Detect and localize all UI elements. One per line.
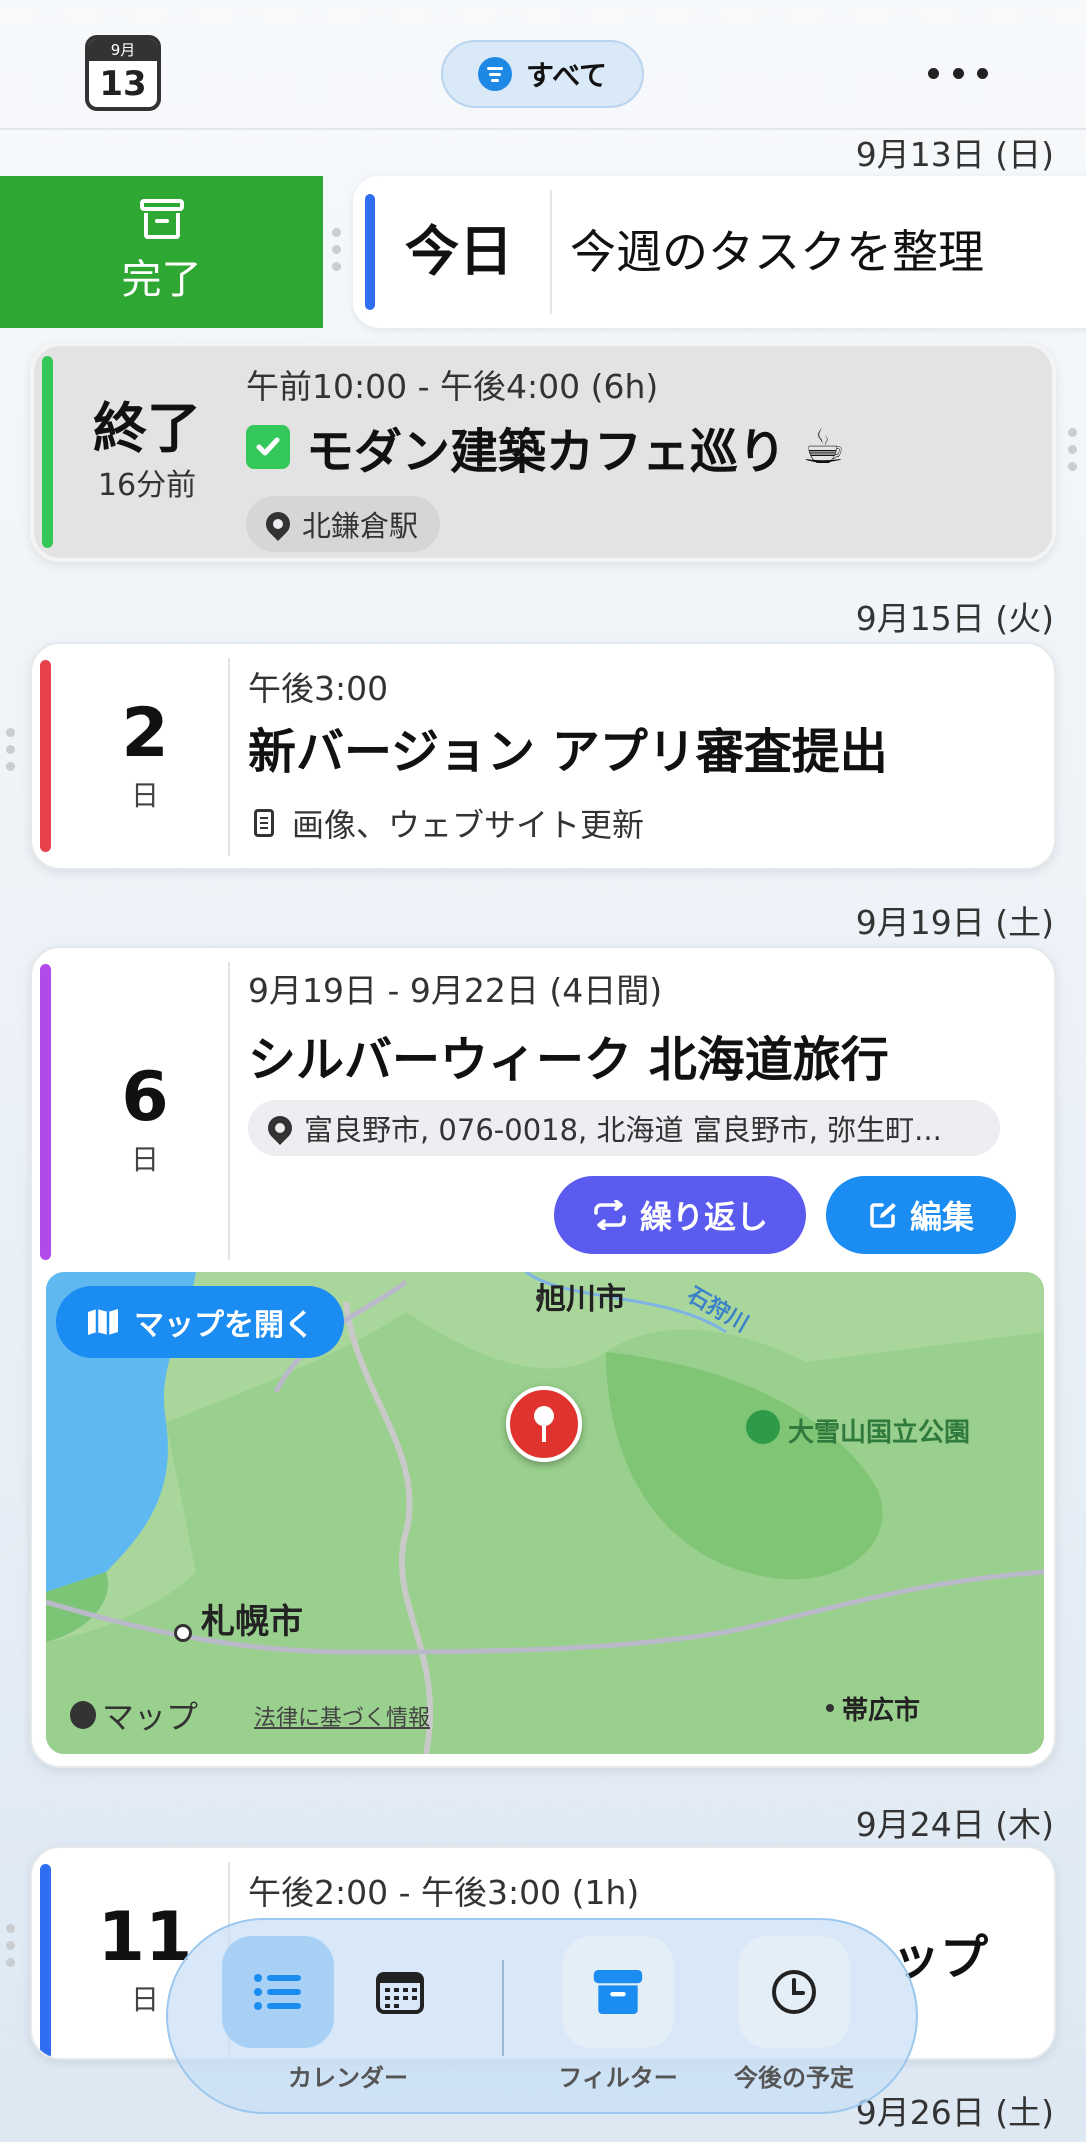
event-time: 午前10:00 - 午後4:00 (6h) bbox=[246, 367, 659, 406]
location-chip[interactable]: 北鎌倉駅 bbox=[246, 496, 441, 552]
map-label-asahikawa: 旭川市 bbox=[536, 1282, 626, 1317]
calendar-view-button[interactable] bbox=[344, 1936, 456, 2048]
date-header: 9月26日 (土) bbox=[855, 2093, 1054, 2132]
date-header: 9月19日 (土) bbox=[855, 903, 1054, 942]
edit-icon bbox=[870, 1203, 896, 1228]
city-dot bbox=[174, 1624, 192, 1642]
archive-filter-icon bbox=[593, 1970, 643, 2014]
map-preview[interactable]: マップを開く 旭川市 石狩川 大雪山国立公園 札幌市 帯広市 マップ 法律に基づ… bbox=[46, 1272, 1044, 1754]
filter-all-button[interactable]: すべて bbox=[441, 40, 644, 108]
complete-swipe-button[interactable]: 完了 bbox=[0, 176, 323, 328]
location-pin-icon bbox=[263, 1111, 297, 1145]
city-dot bbox=[826, 1704, 834, 1712]
filter-label: すべて bbox=[526, 59, 607, 92]
filter-icon bbox=[478, 57, 513, 91]
repeat-button[interactable]: 繰り返し bbox=[554, 1176, 806, 1254]
coffee-emoji: ☕ bbox=[802, 419, 846, 475]
today-task-card[interactable]: 今日 今週のタスクを整理 bbox=[353, 176, 1086, 328]
complete-label: 完了 bbox=[121, 257, 202, 303]
event-time: 午後2:00 - 午後3:00 (1h) bbox=[248, 1873, 640, 1912]
event-card[interactable]: 2 日 午後3:00 新バージョン アプリ審査提出 画像、ウェブサイト更新 bbox=[30, 642, 1056, 870]
calendar-month: 9月 bbox=[89, 39, 157, 61]
bottom-tab-bar: カレンダー フィルター 今後の予定 bbox=[166, 1918, 918, 2114]
tab-label-upcoming: 今後の予定 bbox=[734, 2064, 854, 2092]
color-bar bbox=[365, 194, 375, 310]
city-dot bbox=[536, 1294, 544, 1302]
event-card-trip[interactable]: 6 日 9月19日 - 9月22日 (4日間) シルバーウィーク 北海道旅行 富… bbox=[30, 946, 1056, 1768]
elapsed-label: 16分前 bbox=[97, 468, 197, 503]
location-text: 富良野市, 076-0018, 北海道 富良野市, 弥生町... bbox=[304, 1113, 942, 1147]
note-icon bbox=[254, 809, 274, 837]
drag-handle-icon[interactable] bbox=[1068, 428, 1078, 471]
tab-divider bbox=[502, 1960, 504, 2056]
map-icon bbox=[88, 1309, 118, 1335]
edit-label: 編集 bbox=[909, 1198, 974, 1236]
list-view-button[interactable] bbox=[222, 1936, 334, 2048]
event-card-ended[interactable]: 終了 16分前 午前10:00 - 午後4:00 (6h) モダン建築カフェ巡り… bbox=[30, 342, 1056, 562]
divider bbox=[550, 190, 552, 314]
tab-label-filter: フィルター bbox=[558, 2064, 678, 2092]
clock-icon bbox=[772, 1970, 816, 2014]
repeat-label: 繰り返し bbox=[639, 1198, 768, 1236]
event-title: 新バージョン アプリ審査提出 bbox=[248, 724, 888, 780]
location-pin-icon bbox=[261, 507, 295, 541]
date-header: 9月13日 (日) bbox=[855, 135, 1054, 174]
map-pin-icon[interactable] bbox=[506, 1386, 582, 1462]
color-bar bbox=[40, 1864, 51, 2058]
task-title: 今週のタスクを整理 bbox=[570, 225, 984, 279]
calendar-date-icon[interactable]: 9月 13 bbox=[85, 35, 161, 111]
drag-handle-icon[interactable] bbox=[6, 1924, 16, 1967]
date-header: 9月24日 (木) bbox=[855, 1805, 1054, 1844]
divider bbox=[228, 962, 230, 1260]
days-count: 2 bbox=[121, 694, 169, 773]
maps-brand-label: マップ bbox=[102, 1698, 199, 1736]
drag-handle-icon[interactable] bbox=[6, 728, 16, 771]
drag-handle-icon[interactable] bbox=[332, 228, 342, 271]
divider bbox=[228, 658, 230, 856]
map-label-obihiro: 帯広市 bbox=[842, 1696, 921, 1726]
days-unit: 日 bbox=[130, 779, 159, 812]
event-title: シルバーウィーク 北海道旅行 bbox=[248, 1032, 889, 1088]
map-label-sapporo: 札幌市 bbox=[201, 1602, 303, 1642]
color-bar bbox=[40, 964, 51, 1260]
open-map-button[interactable]: マップを開く bbox=[56, 1286, 344, 1358]
date-header: 9月15日 (火) bbox=[855, 599, 1054, 638]
repeat-icon bbox=[594, 1200, 626, 1230]
days-count: 6 bbox=[121, 1058, 169, 1137]
edit-button[interactable]: 編集 bbox=[826, 1176, 1016, 1254]
event-title: モダン建築カフェ巡り bbox=[306, 424, 787, 480]
calendar-grid-icon bbox=[376, 1972, 424, 2014]
status-label: 終了 bbox=[93, 397, 201, 460]
more-icon[interactable] bbox=[928, 68, 988, 80]
filter-tab-button[interactable] bbox=[562, 1936, 674, 2048]
map-label-park: 大雪山国立公園 bbox=[788, 1418, 971, 1448]
color-bar bbox=[42, 356, 53, 548]
tab-label-calendar: カレンダー bbox=[288, 2064, 408, 2092]
event-time: 午後3:00 bbox=[248, 669, 389, 708]
apple-icon bbox=[70, 1701, 96, 1729]
color-bar bbox=[40, 660, 51, 852]
location-chip[interactable]: 富良野市, 076-0018, 北海道 富良野市, 弥生町... bbox=[248, 1100, 1000, 1156]
open-map-label: マップを開く bbox=[134, 1308, 314, 1343]
park-icon bbox=[746, 1410, 780, 1444]
event-note: 画像、ウェブサイト更新 bbox=[292, 806, 645, 844]
days-unit: 日 bbox=[130, 1143, 159, 1176]
location-text: 北鎌倉駅 bbox=[302, 509, 419, 543]
event-time: 9月19日 - 9月22日 (4日間) bbox=[248, 971, 663, 1010]
archive-icon bbox=[139, 199, 184, 239]
maps-brand: マップ bbox=[70, 1692, 198, 1738]
upcoming-tab-button[interactable] bbox=[738, 1936, 850, 2048]
legal-link[interactable]: 法律に基づく情報 bbox=[254, 1700, 430, 1732]
today-label: 今日 bbox=[405, 220, 513, 283]
list-icon bbox=[254, 1974, 301, 2010]
checkbox-checked-icon[interactable] bbox=[246, 425, 290, 469]
calendar-day: 13 bbox=[99, 64, 147, 104]
